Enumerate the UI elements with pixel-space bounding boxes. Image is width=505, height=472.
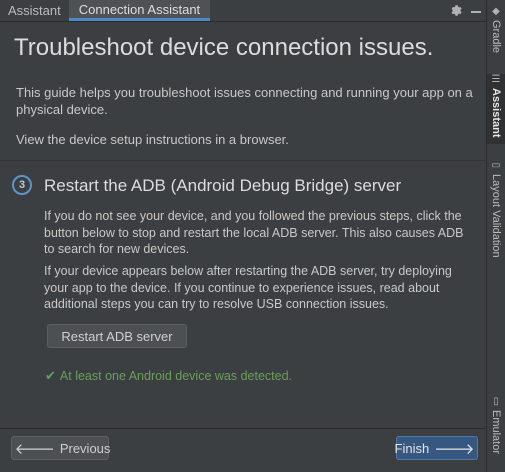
footer-divider [0, 428, 486, 429]
tab-assistant[interactable]: Assistant [0, 0, 69, 21]
arrow-right-icon: 🡒 [434, 440, 475, 458]
stripe-label-layout-validation: Layout Validation [490, 174, 502, 258]
device-icon: ▯ [493, 396, 499, 407]
previous-label: Previous [59, 440, 111, 456]
minimize-icon[interactable] [466, 0, 486, 21]
browser-instructions-link[interactable]: View the device setup instructions in a … [16, 132, 289, 147]
gear-icon-svg [451, 5, 462, 16]
connection-assistant-panel: Assistant Connection Assistant Troublesh… [0, 0, 486, 472]
tab-connection-assistant[interactable]: Connection Assistant [68, 0, 211, 21]
device-detected-status: ✔ At least one Android device was detect… [45, 368, 292, 384]
page-title: Troubleshoot device connection issues. [14, 34, 434, 61]
checkmark-icon: ✔ [45, 368, 56, 383]
gear-icon[interactable] [446, 0, 466, 21]
restart-adb-server-button[interactable]: Restart ADB server [47, 324, 187, 348]
tool-window-tabbar: Assistant Connection Assistant [0, 0, 486, 22]
stripe-item-layout-validation[interactable]: ▭ Layout Validation [487, 160, 505, 258]
device-detected-text: At least one Android device was detected… [59, 369, 292, 383]
stripe-label-emulator: Emulator [490, 410, 502, 455]
step-title: Restart the ADB (Android Debug Bridge) s… [44, 176, 402, 195]
stripe-item-emulator[interactable]: ▯ Emulator [487, 396, 505, 454]
step-description-1: If you do not see your device, and you f… [44, 209, 464, 256]
section-divider [0, 160, 486, 161]
finish-label: Finish [394, 440, 430, 456]
step-number-badge: 3 [12, 175, 32, 195]
arrow-left-icon: 🡐 [14, 440, 55, 458]
list-icon: ☰ [491, 74, 501, 85]
layout-icon: ▭ [491, 160, 501, 171]
previous-button[interactable]: 🡐 Previous [11, 436, 111, 460]
intro-text: This guide helps you troubleshoot issues… [16, 85, 473, 117]
stripe-item-assistant[interactable]: ☰ Assistant [487, 74, 505, 144]
tabbar-spacer [210, 0, 446, 21]
finish-button[interactable]: Finish 🡒 [394, 436, 478, 460]
elephant-icon: ◆ [492, 6, 500, 17]
assistant-content: Troubleshoot device connection issues. T… [0, 22, 486, 427]
stripe-label-assistant: Assistant [490, 88, 502, 138]
right-tool-stripe: ◆ Gradle ☰ Assistant ▭ Layout Validation… [486, 0, 505, 472]
step-description-2: If your device appears below after resta… [44, 264, 452, 311]
stripe-item-gradle[interactable]: ◆ Gradle [487, 6, 505, 53]
stripe-label-gradle: Gradle [490, 20, 502, 54]
minimize-icon-svg [471, 10, 481, 13]
